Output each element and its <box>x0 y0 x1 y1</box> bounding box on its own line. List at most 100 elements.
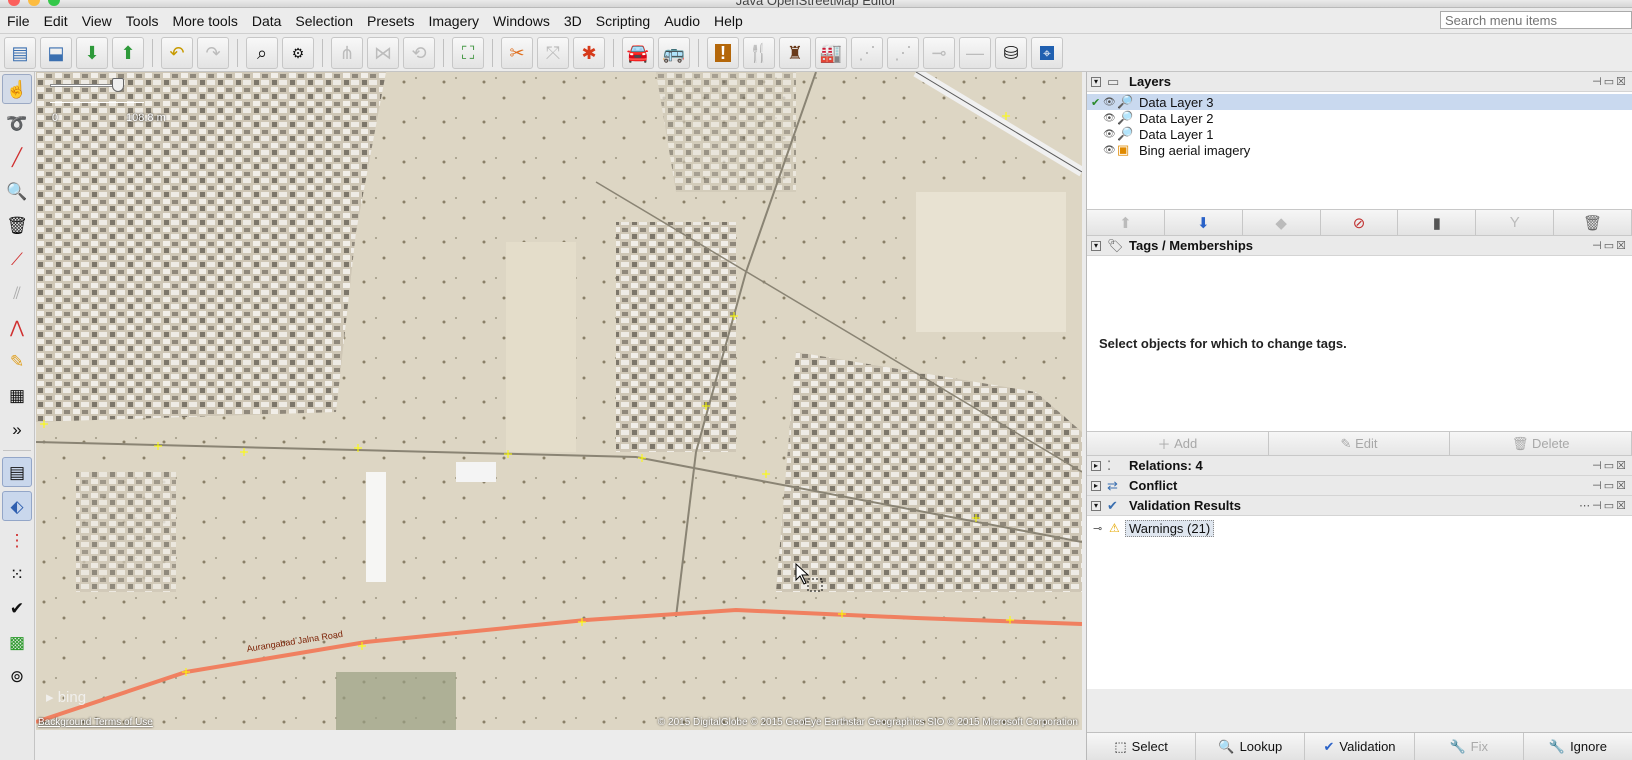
edit-tag-button[interactable]: ✎ Edit <box>1268 432 1451 455</box>
menu-view[interactable]: View <box>75 8 119 34</box>
panel-controls[interactable]: ⊣▭☒ <box>1592 75 1628 88</box>
toggle-relations-button[interactable]: ⁙ <box>2 559 32 589</box>
layer-row[interactable]: 👁 🔎 Data Layer 2 <box>1087 110 1632 126</box>
toggle-layers-button[interactable]: ▤ <box>2 457 32 487</box>
menu-tools[interactable]: Tools <box>119 8 166 34</box>
pencil-mode-button[interactable]: ✎ <box>2 346 32 376</box>
layers-panel-header[interactable]: ▾ ▭ Layers ⊣▭☒ <box>1087 72 1632 92</box>
preset-map-button[interactable]: ⌖ <box>1031 36 1063 69</box>
visibility-eye-icon[interactable]: 👁 <box>1103 129 1117 140</box>
move-layer-up-button[interactable]: ⬆ <box>1087 210 1165 235</box>
undo-button[interactable]: ↶ <box>161 36 193 69</box>
add-tag-button[interactable]: ＋ Add <box>1087 432 1269 455</box>
menu-file[interactable]: File <box>0 8 37 34</box>
activate-layer-button[interactable]: ◆ <box>1242 210 1321 235</box>
background-terms-link[interactable]: Background Terms of Use <box>38 717 153 728</box>
validation-panel-header[interactable]: ▾ ✔ Validation Results ⋯⊣▭☒ <box>1087 496 1632 516</box>
collapse-toggle-icon[interactable]: ▾ <box>1091 76 1101 87</box>
menu-search-input[interactable] <box>1440 11 1632 29</box>
collapse-toggle-icon[interactable]: ▾ <box>1091 240 1101 251</box>
more-modes-button[interactable]: » <box>2 414 32 444</box>
zoom-mode-button[interactable]: 🔍 <box>2 176 32 206</box>
preset-bus-button[interactable]: 🚌 <box>658 36 690 69</box>
relations-panel-header[interactable]: ▸ ⁚ Relations: 4 ⊣▭☒ <box>1087 456 1632 476</box>
merge-layer-button[interactable]: Y <box>1476 210 1555 235</box>
lookup-button[interactable]: 🔍 Lookup <box>1196 733 1306 760</box>
combine-way-button[interactable]: ⋈ <box>367 36 399 69</box>
split-way-button[interactable]: ⋔ <box>331 36 363 69</box>
preset-b-button[interactable]: ⋰ <box>887 36 919 69</box>
layer-row[interactable]: ✔ 👁 🔎 Data Layer 3 <box>1087 94 1632 110</box>
collapse-toggle-icon[interactable]: ▾ <box>1091 500 1101 511</box>
preset-castle-button[interactable]: ♜ <box>779 36 811 69</box>
upload-button[interactable]: ⬆ <box>112 36 144 69</box>
panel-controls[interactable]: ⊣▭☒ <box>1592 459 1628 472</box>
delete-mode-button[interactable]: 🗑 <box>2 210 32 240</box>
menu-data[interactable]: Data <box>245 8 289 34</box>
reverse-way-button[interactable]: ⟲ <box>403 36 435 69</box>
opacity-button[interactable]: ▮ <box>1398 210 1477 235</box>
unglue-button[interactable]: ✂ <box>501 36 533 69</box>
menu-3d[interactable]: 3D <box>557 8 589 34</box>
preset-a-button[interactable]: ⋰ <box>851 36 883 69</box>
toggle-filter-button[interactable]: ⊚ <box>2 661 32 691</box>
toggle-validation-button[interactable]: ✔ <box>2 593 32 623</box>
download-button[interactable]: ⬇ <box>76 36 108 69</box>
preset-hazard-button[interactable]: ! <box>707 36 739 69</box>
preset-d-button[interactable]: — <box>959 36 991 69</box>
panel-controls[interactable]: ⋯⊣▭☒ <box>1579 499 1628 512</box>
join-node-button[interactable]: ✱ <box>573 36 605 69</box>
preset-restaurant-button[interactable]: 🍴 <box>743 36 775 69</box>
expand-toggle-icon[interactable]: ▸ <box>1091 480 1101 491</box>
merge-nodes-button[interactable]: ⤧ <box>537 36 569 69</box>
menu-audio[interactable]: Audio <box>657 8 707 34</box>
warnings-tree-node[interactable]: ⊸ ⚠ Warnings (21) <box>1087 519 1632 537</box>
save-button[interactable]: ⬓ <box>40 36 72 69</box>
tree-handle-icon[interactable]: ⊸ <box>1093 522 1109 535</box>
draw-mode-button[interactable]: ╱ <box>2 142 32 172</box>
menu-help[interactable]: Help <box>707 8 750 34</box>
toggle-visibility-button[interactable]: ⊘ <box>1320 210 1399 235</box>
preset-shop-button[interactable]: ⛁ <box>995 36 1027 69</box>
redo-button[interactable]: ↷ <box>197 36 229 69</box>
visibility-eye-icon[interactable]: 👁 <box>1103 97 1117 108</box>
delete-tag-button[interactable]: 🗑 Delete <box>1450 432 1632 455</box>
lasso-mode-button[interactable]: ➰ <box>2 108 32 138</box>
ignore-button[interactable]: 🔧 Ignore <box>1523 733 1632 760</box>
panel-controls[interactable]: ⊣▭☒ <box>1592 239 1628 252</box>
preferences-button[interactable]: ⌕ <box>246 36 278 69</box>
toggle-settings-button[interactable]: ⚙ <box>282 36 314 69</box>
improve-way-button[interactable]: ⟋ <box>2 244 32 274</box>
select-button[interactable]: ⬚ Select <box>1087 733 1197 760</box>
menu-selection[interactable]: Selection <box>288 8 360 34</box>
fix-button[interactable]: 🔧 Fix <box>1414 733 1524 760</box>
panel-controls[interactable]: ⊣▭☒ <box>1592 479 1628 492</box>
open-file-button[interactable]: ▤ <box>4 36 36 69</box>
extrude-button[interactable]: ⋀ <box>2 312 32 342</box>
menu-more-tools[interactable]: More tools <box>165 8 244 34</box>
tags-panel-header[interactable]: ▾ 🏷 Tags / Memberships ⊣▭☒ <box>1087 236 1632 256</box>
layer-row[interactable]: 👁 ▣ Bing aerial imagery <box>1087 142 1632 158</box>
conflict-panel-header[interactable]: ▸ ⇄ Conflict ⊣▭☒ <box>1087 476 1632 496</box>
preset-industrial-button[interactable]: 🏭 <box>815 36 847 69</box>
menu-edit[interactable]: Edit <box>37 8 75 34</box>
toggle-tags-button[interactable]: ⬖ <box>2 491 32 521</box>
parallel-way-button[interactable]: ⫽ <box>2 278 32 308</box>
validation-button[interactable]: ✔ Validation <box>1305 733 1415 760</box>
building-mode-button[interactable]: ▦ <box>2 380 32 410</box>
layer-row[interactable]: 👁 🔎 Data Layer 1 <box>1087 126 1632 142</box>
visibility-eye-icon[interactable]: 👁 <box>1103 113 1117 124</box>
map-view[interactable]: 0 108.8 m Aurangabad Jalna Road ▸ bing B… <box>36 72 1082 730</box>
visibility-eye-icon[interactable]: 👁 <box>1103 145 1117 156</box>
zoom-slider-handle[interactable] <box>112 78 124 92</box>
menu-imagery[interactable]: Imagery <box>421 8 486 34</box>
toggle-selection-button[interactable]: ⋮ <box>2 525 32 555</box>
toggle-imagery-button[interactable]: ▩ <box>2 627 32 657</box>
preset-car-button[interactable]: 🚘 <box>622 36 654 69</box>
menu-windows[interactable]: Windows <box>486 8 557 34</box>
select-mode-button[interactable]: ☝ <box>2 74 32 104</box>
menu-presets[interactable]: Presets <box>360 8 421 34</box>
orthogonalize-button[interactable]: ⛶ <box>452 36 484 69</box>
preset-c-button[interactable]: ⊸ <box>923 36 955 69</box>
expand-toggle-icon[interactable]: ▸ <box>1091 460 1101 471</box>
